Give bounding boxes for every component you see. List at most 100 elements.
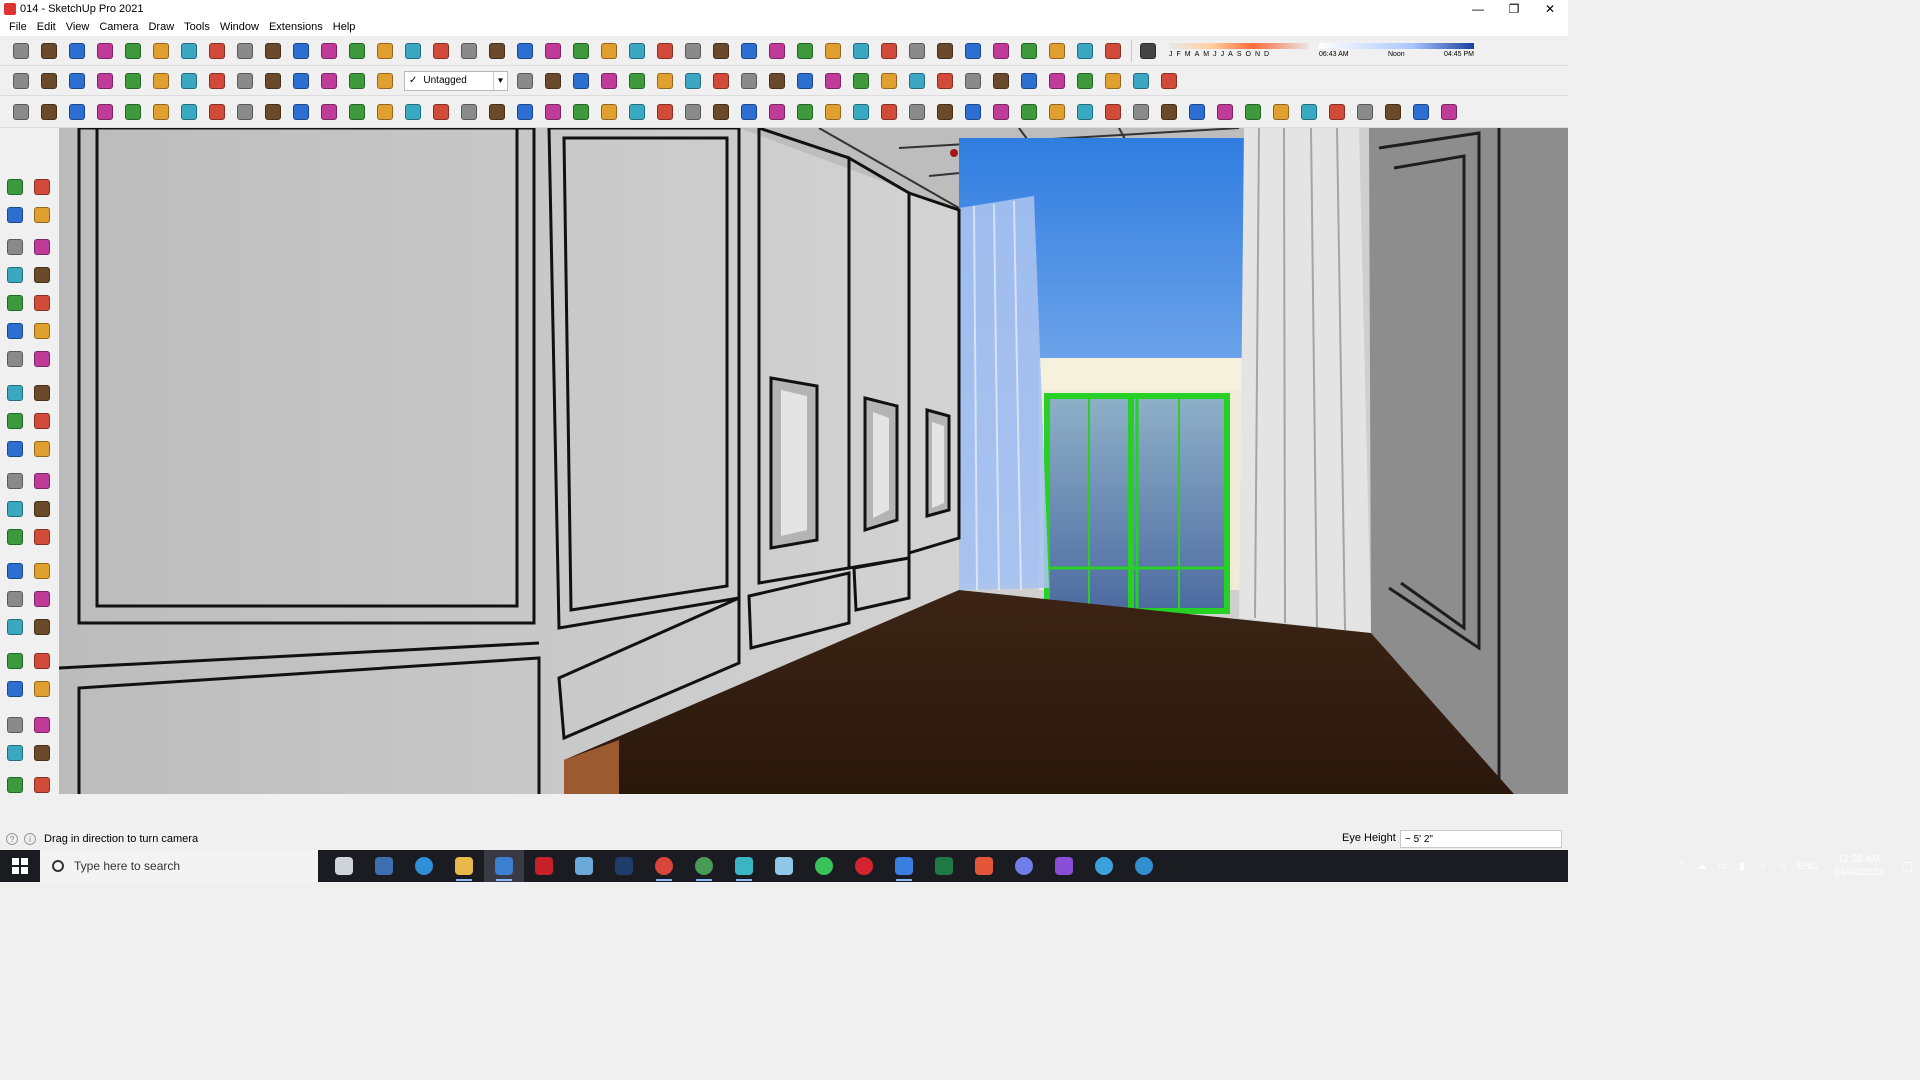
side-tool-icon[interactable] xyxy=(4,264,26,286)
draw-tool-icon[interactable] xyxy=(484,100,509,124)
photoshop-icon[interactable] xyxy=(604,850,644,882)
language-indicator[interactable]: ENG xyxy=(1792,861,1824,872)
draw-tool-icon[interactable] xyxy=(596,100,621,124)
draw-tool-icon[interactable] xyxy=(1408,100,1433,124)
draw-tool-icon[interactable] xyxy=(876,100,901,124)
draw-tool-icon[interactable] xyxy=(764,100,789,124)
view-tool-icon[interactable] xyxy=(92,69,117,93)
draw-tool-icon[interactable] xyxy=(204,100,229,124)
info-icon[interactable]: i xyxy=(24,833,36,845)
draw-tool-icon[interactable] xyxy=(568,100,593,124)
chevron-down-icon[interactable]: ▼ xyxy=(493,71,507,90)
draw-tool-icon[interactable] xyxy=(344,100,369,124)
geolocation-icon[interactable]: ? xyxy=(6,833,18,845)
draw-tool-icon[interactable] xyxy=(428,100,453,124)
draw-tool-icon[interactable] xyxy=(372,100,397,124)
view-tool-icon[interactable] xyxy=(232,69,257,93)
edit-tool-icon[interactable] xyxy=(568,69,593,93)
side-tool-icon[interactable] xyxy=(31,382,53,404)
task-view-icon[interactable] xyxy=(324,850,364,882)
draw-tool-icon[interactable] xyxy=(904,100,929,124)
draw-tool-icon[interactable] xyxy=(540,100,565,124)
main-tool-icon[interactable] xyxy=(36,39,61,63)
main-tool-icon[interactable] xyxy=(876,39,901,63)
podcast-icon[interactable] xyxy=(1044,850,1084,882)
draw-tool-icon[interactable] xyxy=(232,100,257,124)
acrobat-icon[interactable] xyxy=(524,850,564,882)
draw-tool-icon[interactable] xyxy=(1380,100,1405,124)
main-tool-icon[interactable] xyxy=(176,39,201,63)
side-tool-icon[interactable] xyxy=(31,236,53,258)
draw-tool-icon[interactable] xyxy=(8,100,33,124)
notification-icon[interactable]: ▢ xyxy=(1894,859,1920,873)
view-tool-icon[interactable] xyxy=(204,69,229,93)
view-tool-icon[interactable] xyxy=(120,69,145,93)
minimize-button[interactable]: — xyxy=(1460,0,1496,18)
chrome-profile-icon[interactable] xyxy=(684,850,724,882)
main-tool-icon[interactable] xyxy=(596,39,621,63)
file-explorer-icon[interactable] xyxy=(444,850,484,882)
edit-tool-icon[interactable] xyxy=(876,69,901,93)
edit-tool-icon[interactable] xyxy=(848,69,873,93)
chrome-icon[interactable] xyxy=(644,850,684,882)
side-tool-icon[interactable] xyxy=(31,498,53,520)
menu-file[interactable]: File xyxy=(4,21,32,33)
side-tool-icon[interactable] xyxy=(31,560,53,582)
menu-view[interactable]: View xyxy=(61,21,95,33)
main-tool-icon[interactable] xyxy=(1100,39,1125,63)
edit-tool-icon[interactable] xyxy=(680,69,705,93)
sketchup-layout-icon[interactable] xyxy=(724,850,764,882)
device-icon[interactable]: ▭ xyxy=(1712,861,1732,872)
edge-icon[interactable] xyxy=(404,850,444,882)
side-tool-icon[interactable] xyxy=(31,588,53,610)
side-tool-icon[interactable] xyxy=(31,470,53,492)
main-tool-icon[interactable] xyxy=(64,39,89,63)
tasks-icon[interactable] xyxy=(884,850,924,882)
side-tool-icon[interactable] xyxy=(4,348,26,370)
main-tool-icon[interactable] xyxy=(1044,39,1069,63)
main-tool-icon[interactable] xyxy=(232,39,257,63)
side-tool-icon[interactable] xyxy=(31,774,53,796)
side-tool-icon[interactable] xyxy=(31,438,53,460)
draw-tool-icon[interactable] xyxy=(848,100,873,124)
main-tool-icon[interactable] xyxy=(764,39,789,63)
draw-tool-icon[interactable] xyxy=(64,100,89,124)
edit-tool-icon[interactable] xyxy=(932,69,957,93)
edit-tool-icon[interactable] xyxy=(1156,69,1181,93)
side-tool-icon[interactable] xyxy=(4,204,26,226)
telegram-icon[interactable] xyxy=(1084,850,1124,882)
main-tool-icon[interactable] xyxy=(736,39,761,63)
view-tool-icon[interactable] xyxy=(176,69,201,93)
view-tool-icon[interactable] xyxy=(8,69,33,93)
draw-tool-icon[interactable] xyxy=(176,100,201,124)
side-tool-icon[interactable] xyxy=(4,176,26,198)
main-tool-icon[interactable] xyxy=(1016,39,1041,63)
view-tool-icon[interactable] xyxy=(260,69,285,93)
main-tool-icon[interactable] xyxy=(960,39,985,63)
edit-tool-icon[interactable] xyxy=(1044,69,1069,93)
snipping-tool-icon[interactable] xyxy=(564,850,604,882)
notes-icon[interactable] xyxy=(764,850,804,882)
side-tool-icon[interactable] xyxy=(4,320,26,342)
main-tool-icon[interactable] xyxy=(8,39,33,63)
draw-tool-icon[interactable] xyxy=(1324,100,1349,124)
edit-tool-icon[interactable] xyxy=(1128,69,1153,93)
draw-tool-icon[interactable] xyxy=(92,100,117,124)
side-tool-icon[interactable] xyxy=(4,774,26,796)
view-tool-icon[interactable] xyxy=(372,69,397,93)
close-button[interactable]: ✕ xyxy=(1532,0,1568,18)
draw-tool-icon[interactable] xyxy=(1296,100,1321,124)
main-tool-icon[interactable] xyxy=(316,39,341,63)
menu-edit[interactable]: Edit xyxy=(32,21,61,33)
edit-tool-icon[interactable] xyxy=(1100,69,1125,93)
draw-tool-icon[interactable] xyxy=(1268,100,1293,124)
shadow-time-slider[interactable]: 06:43 AM Noon 04:45 PM xyxy=(1319,43,1474,58)
side-tool-icon[interactable] xyxy=(4,742,26,764)
draw-tool-icon[interactable] xyxy=(316,100,341,124)
edit-tool-icon[interactable] xyxy=(1072,69,1097,93)
draw-tool-icon[interactable] xyxy=(120,100,145,124)
side-tool-icon[interactable] xyxy=(31,678,53,700)
whatsapp-icon[interactable] xyxy=(804,850,844,882)
main-tool-icon[interactable] xyxy=(344,39,369,63)
side-tool-icon[interactable] xyxy=(4,382,26,404)
